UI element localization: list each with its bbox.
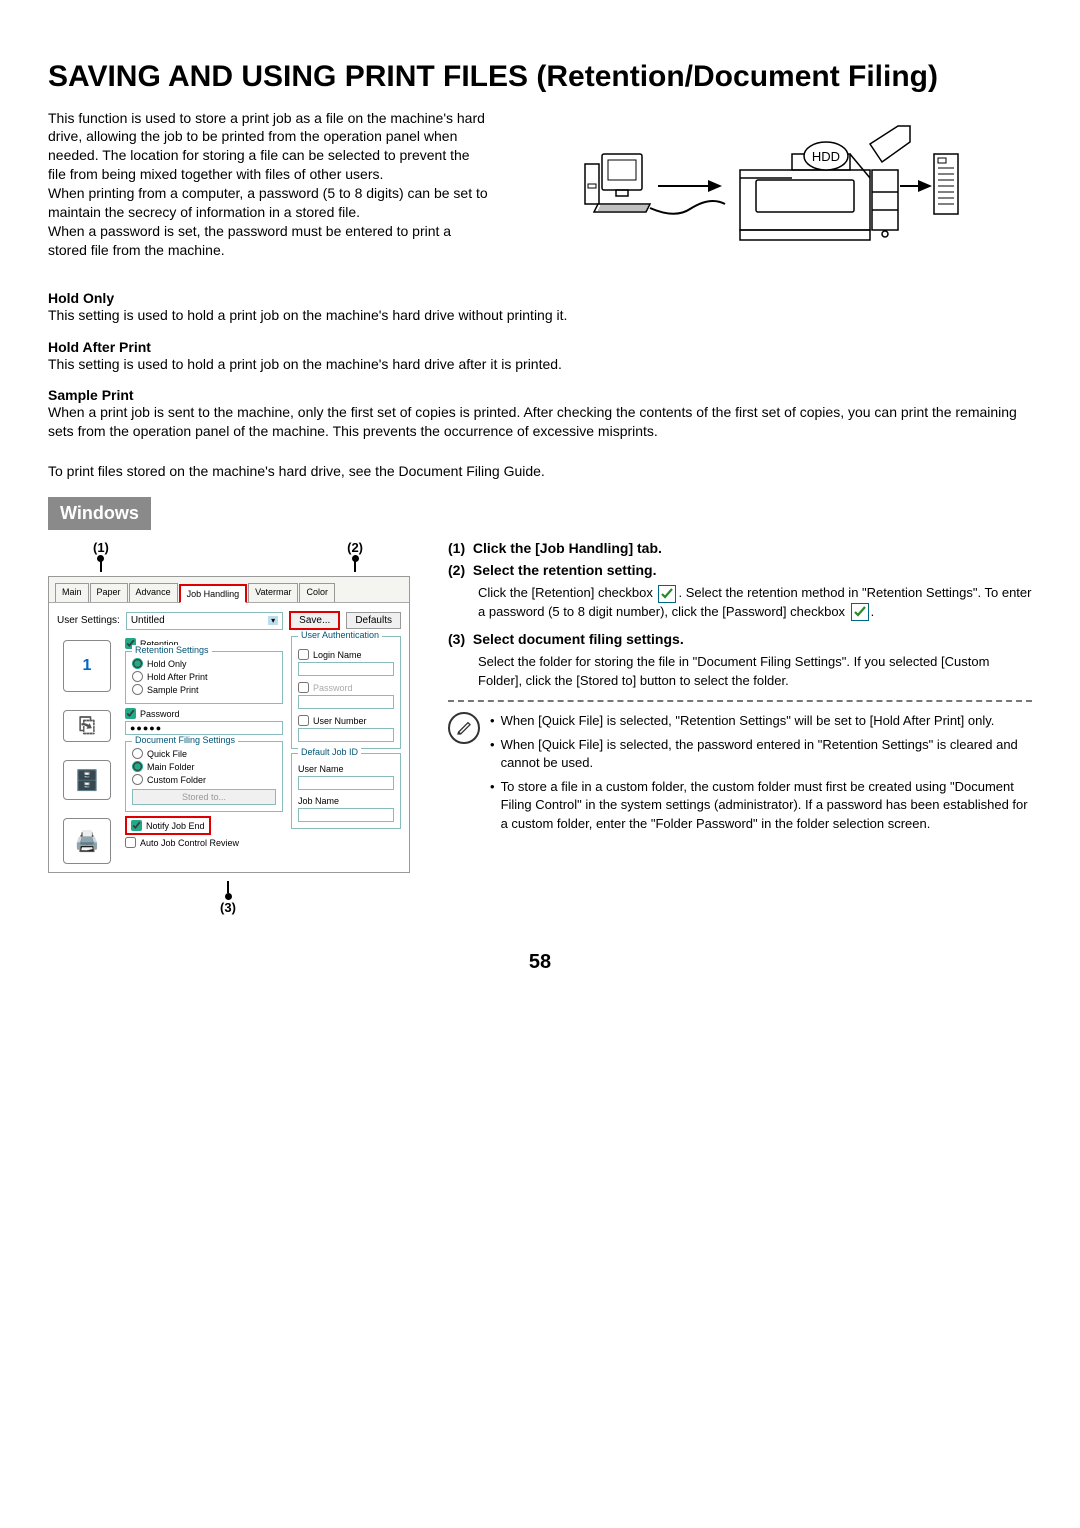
login-name-label: Login Name (313, 650, 362, 660)
def-body: This setting is used to hold a print job… (48, 306, 1032, 325)
checkbox-icon (658, 585, 676, 603)
auto-job-review-label: Auto Job Control Review (140, 838, 239, 848)
page-title: SAVING AND USING PRINT FILES (Retention/… (48, 60, 1032, 95)
user-name-field[interactable] (298, 776, 394, 790)
def-title: Hold Only (48, 290, 1032, 306)
job-name-field[interactable] (298, 808, 394, 822)
tab-watermark[interactable]: Vatermar (248, 583, 298, 602)
def-body: This setting is used to hold a print job… (48, 355, 1032, 374)
auth-password-checkbox[interactable]: Password (298, 682, 394, 693)
main-folder-radio[interactable]: Main Folder (132, 761, 276, 772)
hold-only-label: Hold Only (147, 659, 187, 669)
doc-filing-group: Document Filing Settings Quick File Main… (125, 741, 283, 812)
checkbox-icon (851, 603, 869, 621)
auto-job-review-checkbox[interactable]: Auto Job Control Review (125, 837, 283, 848)
retention-settings-group: Retention Settings Hold Only Hold After … (125, 651, 283, 704)
tab-paper[interactable]: Paper (90, 583, 128, 602)
user-auth-legend: User Authentication (298, 630, 382, 640)
notify-job-end-checkbox[interactable]: Notify Job End (125, 816, 211, 835)
printer-icon: 🖨️ (63, 818, 111, 864)
defaults-button[interactable]: Defaults (346, 612, 401, 629)
printer-dialog: Main Paper Advance Job Handling Vatermar… (48, 576, 410, 873)
notes-list: •When [Quick File] is selected, "Retenti… (490, 712, 1032, 839)
def-body: When a print job is sent to the machine,… (48, 403, 1032, 441)
sample-print-label: Sample Print (147, 685, 199, 695)
step-3-title: (3) Select document filing settings. (448, 631, 1032, 647)
hold-after-label: Hold After Print (147, 672, 208, 682)
stapler-icon: ⎘ (63, 710, 111, 742)
custom-folder-label: Custom Folder (147, 775, 206, 785)
preview-icon-label: 1 (83, 657, 92, 675)
retention-settings-legend: Retention Settings (132, 645, 212, 655)
password-chk-label: Password (140, 709, 180, 719)
step-2-body: Click the [Retention] checkbox . Select … (478, 584, 1032, 621)
page-number: 58 (48, 951, 1032, 974)
os-badge-windows: Windows (48, 497, 151, 530)
tab-color[interactable]: Color (299, 583, 335, 602)
note-item: When [Quick File] is selected, the passw… (501, 736, 1032, 772)
doc-filing-legend: Document Filing Settings (132, 735, 238, 745)
def-sample-print: Sample Print When a print job is sent to… (48, 387, 1032, 441)
user-auth-group: User Authentication Login Name Password … (291, 636, 401, 749)
def-hold-after: Hold After Print This setting is used to… (48, 339, 1032, 374)
user-settings-label: User Settings: (57, 615, 120, 626)
user-settings-value: Untitled (131, 615, 165, 626)
callout-3: (3) (220, 900, 236, 915)
note-item: To store a file in a custom folder, the … (501, 778, 1032, 833)
quick-file-radio[interactable]: Quick File (132, 748, 276, 759)
hdd-stack-icon: 🗄️ (63, 760, 111, 800)
tab-advance[interactable]: Advance (129, 583, 178, 602)
step-2-title: (2) Select the retention setting. (448, 562, 1032, 578)
preview-icon-1: 1 (63, 640, 111, 692)
tab-strip: Main Paper Advance Job Handling Vatermar… (49, 577, 409, 603)
sample-print-radio[interactable]: Sample Print (132, 684, 276, 695)
user-number-field[interactable] (298, 728, 394, 742)
user-number-checkbox[interactable]: User Number (298, 715, 394, 726)
password-field[interactable]: ●●●●● (125, 721, 283, 735)
note-icon (448, 712, 480, 744)
login-name-checkbox[interactable]: Login Name (298, 649, 394, 660)
job-name-label: Job Name (298, 796, 394, 806)
password-checkbox[interactable]: Password (125, 708, 283, 719)
auth-password-field[interactable] (298, 695, 394, 709)
notify-job-label: Notify Job End (146, 821, 205, 831)
save-button[interactable]: Save... (289, 611, 340, 630)
def-title: Hold After Print (48, 339, 1032, 355)
stored-to-button[interactable]: Stored to... (132, 789, 276, 805)
hdd-diagram: HDD (508, 109, 1032, 260)
main-folder-label: Main Folder (147, 762, 195, 772)
hold-after-radio[interactable]: Hold After Print (132, 671, 276, 682)
login-name-field[interactable] (298, 662, 394, 676)
default-job-id-group: Default Job ID User Name Job Name (291, 753, 401, 829)
chevron-down-icon: ▾ (268, 616, 278, 625)
hold-only-radio[interactable]: Hold Only (132, 658, 276, 669)
tab-main[interactable]: Main (55, 583, 89, 602)
custom-folder-radio[interactable]: Custom Folder (132, 774, 276, 785)
intro-text: This function is used to store a print j… (48, 109, 488, 260)
callout-1: (1) (93, 540, 109, 555)
step-3-body: Select the folder for storing the file i… (478, 653, 1032, 689)
user-name-label: User Name (298, 764, 394, 774)
step-1-title: (1) Click the [Job Handling] tab. (448, 540, 1032, 556)
def-hold-only: Hold Only This setting is used to hold a… (48, 290, 1032, 325)
def-title: Sample Print (48, 387, 1032, 403)
default-job-legend: Default Job ID (298, 747, 361, 757)
auth-password-label: Password (313, 683, 353, 693)
hdd-label: HDD (812, 149, 840, 164)
callout-2: (2) (347, 540, 363, 555)
user-number-label: User Number (313, 716, 367, 726)
divider-dashed (448, 700, 1032, 702)
tab-job-handling[interactable]: Job Handling (179, 584, 248, 603)
note-item: When [Quick File] is selected, "Retentio… (501, 712, 995, 730)
crossref-text: To print files stored on the machine's h… (48, 463, 1032, 479)
quick-file-label: Quick File (147, 749, 187, 759)
intro-row: This function is used to store a print j… (48, 109, 1032, 260)
user-settings-combo[interactable]: Untitled ▾ (126, 612, 283, 630)
